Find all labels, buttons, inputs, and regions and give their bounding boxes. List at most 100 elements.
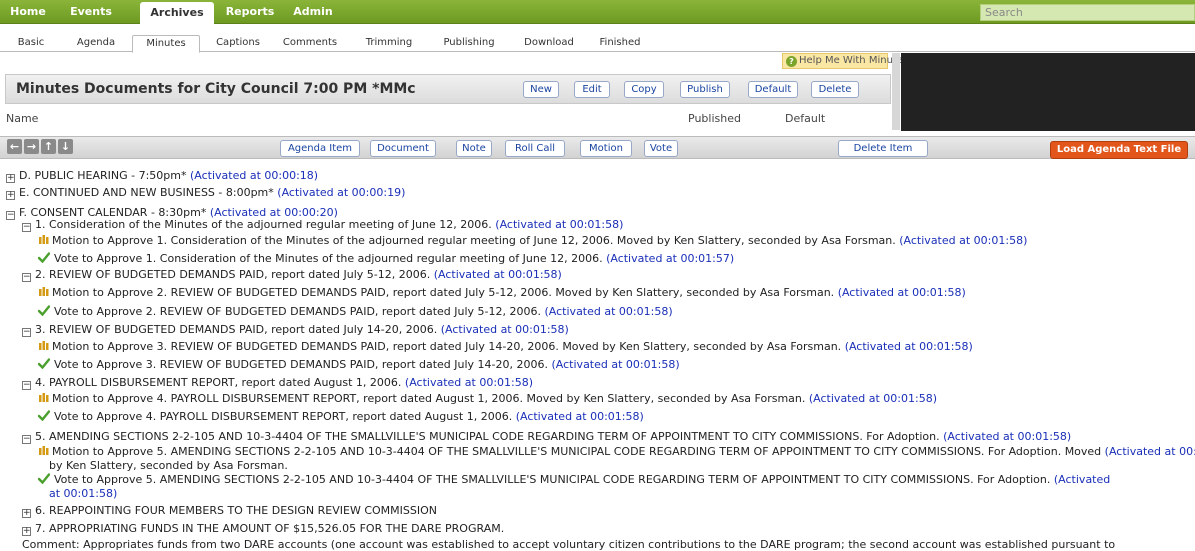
column-default: Default <box>785 112 826 125</box>
new-button[interactable]: New <box>523 81 559 98</box>
collapse-icon[interactable]: − <box>22 223 31 232</box>
motion-entry[interactable]: Motion to Approve 4. PAYROLL DISBURSEMEN… <box>38 392 937 406</box>
nav-tab-events[interactable]: Events <box>60 0 122 24</box>
activated-timestamp-continued: at 00:01:58) <box>49 487 118 500</box>
motion-icon <box>39 446 49 455</box>
collapse-icon[interactable]: − <box>22 381 31 390</box>
agenda-item[interactable]: −5. AMENDING SECTIONS 2-2-105 AND 10-3-4… <box>22 430 1071 444</box>
subtab-publishing[interactable]: Publishing <box>438 35 500 52</box>
collapse-icon[interactable]: − <box>6 211 15 220</box>
activated-timestamp: (Activated at 00:01:58) <box>404 376 534 389</box>
add-motion-button[interactable]: Motion <box>580 140 632 157</box>
vote-check-icon <box>38 410 50 421</box>
entry-text: 7. APPROPRIATING FUNDS IN THE AMOUNT OF … <box>35 522 505 535</box>
arrow-down-icon[interactable]: ↓ <box>58 139 73 154</box>
edit-button[interactable]: Edit <box>574 81 610 98</box>
add-roll-call-button[interactable]: Roll Call <box>505 140 565 157</box>
subtab-agenda[interactable]: Agenda <box>72 35 120 52</box>
arrow-right-icon[interactable]: → <box>24 139 39 154</box>
entry-text: Vote to Approve 2. REVIEW OF BUDGETED DE… <box>54 305 542 318</box>
activated-timestamp: (Activated at 00:01:58) <box>495 218 624 231</box>
nav-tab-admin[interactable]: Admin <box>288 0 338 24</box>
default-button[interactable]: Default <box>748 81 798 98</box>
activated-timestamp: (Activated at 00:01:58) <box>433 268 562 281</box>
agenda-item[interactable]: −2. REVIEW OF BUDGETED DEMANDS PAID, rep… <box>22 268 562 282</box>
arrow-up-icon[interactable]: ↑ <box>41 139 56 154</box>
vote-entry-continued: at 00:01:58) <box>49 487 117 501</box>
agenda-item[interactable]: −4. PAYROLL DISBURSEMENT REPORT, report … <box>22 376 533 390</box>
help-minutes-button[interactable]: ? Help Me With Minutes <box>782 53 908 69</box>
vote-entry[interactable]: Vote to Approve 4. PAYROLL DISBURSEMENT … <box>38 410 644 424</box>
add-document-button[interactable]: Document <box>370 140 436 157</box>
entry-text: Motion to Approve 4. PAYROLL DISBURSEMEN… <box>52 392 806 405</box>
motion-entry[interactable]: Motion to Approve 1. Consideration of th… <box>38 234 1027 248</box>
agenda-item[interactable]: +6. REAPPOINTING FOUR MEMBERS TO THE DES… <box>22 504 437 518</box>
publish-button[interactable]: Publish <box>680 81 730 98</box>
subtab-comments[interactable]: Comments <box>280 35 340 52</box>
subtab-basic[interactable]: Basic <box>12 35 50 52</box>
arrow-left-icon[interactable]: ← <box>7 139 22 154</box>
subtab-trimming[interactable]: Trimming <box>360 35 418 52</box>
entry-text: 3. REVIEW OF BUDGETED DEMANDS PAID, repo… <box>35 323 438 336</box>
vote-check-icon <box>38 358 50 369</box>
collapse-icon[interactable]: − <box>22 328 31 337</box>
motion-entry[interactable]: Motion to Approve 5. AMENDING SECTIONS 2… <box>38 445 1195 459</box>
entry-text: 1. Consideration of the Minutes of the a… <box>35 218 492 231</box>
activated-timestamp: (Activated at 00:01:58) <box>440 323 569 336</box>
agenda-item[interactable]: −3. REVIEW OF BUDGETED DEMANDS PAID, rep… <box>22 323 569 337</box>
activated-timestamp: (Activated at 00:01:58) <box>515 410 644 423</box>
page-title: Minutes Documents for City Council 7:00 … <box>16 81 416 97</box>
entry-text: 4. PAYROLL DISBURSEMENT REPORT, report d… <box>35 376 402 389</box>
vote-entry[interactable]: Vote to Approve 3. REVIEW OF BUDGETED DE… <box>38 358 680 372</box>
delete-item-button[interactable]: Delete Item <box>838 140 928 157</box>
motion-icon <box>39 341 49 350</box>
scrollbar[interactable] <box>892 53 900 130</box>
subtab-captions[interactable]: Captions <box>212 35 264 52</box>
add-agenda-item-button[interactable]: Agenda Item <box>280 140 360 157</box>
subtab-download[interactable]: Download <box>518 35 580 52</box>
activated-timestamp: (Activated at 00:01:58) <box>1104 445 1195 458</box>
nav-tab-reports[interactable]: Reports <box>218 0 282 24</box>
search-input[interactable]: Search <box>980 4 1195 21</box>
collapse-icon[interactable]: − <box>22 273 31 282</box>
top-nav: Home Events Archives Reports Admin Searc… <box>0 0 1195 25</box>
entry-text: Vote to Approve 3. REVIEW OF BUDGETED DE… <box>54 358 549 371</box>
entry-text: Vote to Approve 5. AMENDING SECTIONS 2-2… <box>54 473 1051 486</box>
nav-tab-home[interactable]: Home <box>0 0 56 24</box>
column-name: Name <box>6 112 39 125</box>
collapse-icon[interactable]: − <box>22 435 31 444</box>
delete-button[interactable]: Delete <box>811 81 859 98</box>
activated-timestamp: (Activated at 00:01:58) <box>551 358 680 371</box>
add-note-button[interactable]: Note <box>456 140 492 157</box>
activated-timestamp: (Activated at 00:01:58) <box>943 430 1072 443</box>
motion-entry[interactable]: Motion to Approve 2. REVIEW OF BUDGETED … <box>38 286 966 300</box>
comment-entry[interactable]: Comment: Appropriates funds from two DAR… <box>22 538 1115 551</box>
entry-text: Motion to Approve 5. AMENDING SECTIONS 2… <box>52 445 1102 458</box>
add-vote-button[interactable]: Vote <box>644 140 678 157</box>
vote-entry[interactable]: Vote to Approve 1. Consideration of the … <box>38 252 734 266</box>
subtab-minutes[interactable]: Minutes <box>132 35 200 53</box>
vote-entry[interactable]: Vote to Approve 5. AMENDING SECTIONS 2-2… <box>38 473 1110 487</box>
subtab-finished[interactable]: Finished <box>594 35 646 52</box>
entry-text: Vote to Approve 1. Consideration of the … <box>54 252 603 265</box>
activated-timestamp: (Activated at 00:01:58) <box>808 392 937 405</box>
activated-timestamp: (Activated at 00:00:18) <box>190 169 319 182</box>
motion-entry-continued: by Ken Slattery, seconded by Asa Forsman… <box>49 459 288 473</box>
agenda-item[interactable]: −1. Consideration of the Minutes of the … <box>22 218 623 232</box>
expand-icon[interactable]: + <box>6 191 15 200</box>
vote-entry[interactable]: Vote to Approve 2. REVIEW OF BUDGETED DE… <box>38 305 673 319</box>
load-agenda-text-file-button[interactable]: Load Agenda Text File <box>1050 141 1188 159</box>
expand-icon[interactable]: + <box>22 509 31 518</box>
expand-icon[interactable]: + <box>22 527 31 536</box>
motion-entry[interactable]: Motion to Approve 3. REVIEW OF BUDGETED … <box>38 340 973 354</box>
nav-tab-archives[interactable]: Archives <box>140 2 214 25</box>
agenda-item[interactable]: +7. APPROPRIATING FUNDS IN THE AMOUNT OF… <box>22 522 504 536</box>
activated-timestamp: (Activated at 00:01:58) <box>844 340 973 353</box>
copy-button[interactable]: Copy <box>624 81 664 98</box>
entry-text: Comment: Appropriates funds from two DAR… <box>22 538 1116 551</box>
agenda-section[interactable]: + D. PUBLIC HEARING - 7:50pm* (Activated … <box>6 169 318 183</box>
preview-panel <box>901 53 1195 131</box>
entry-text: 6. REAPPOINTING FOUR MEMBERS TO THE DESI… <box>35 504 437 517</box>
agenda-section[interactable]: + E. CONTINUED AND NEW BUSINESS - 8:00pm*… <box>6 186 405 200</box>
expand-icon[interactable]: + <box>6 174 15 183</box>
